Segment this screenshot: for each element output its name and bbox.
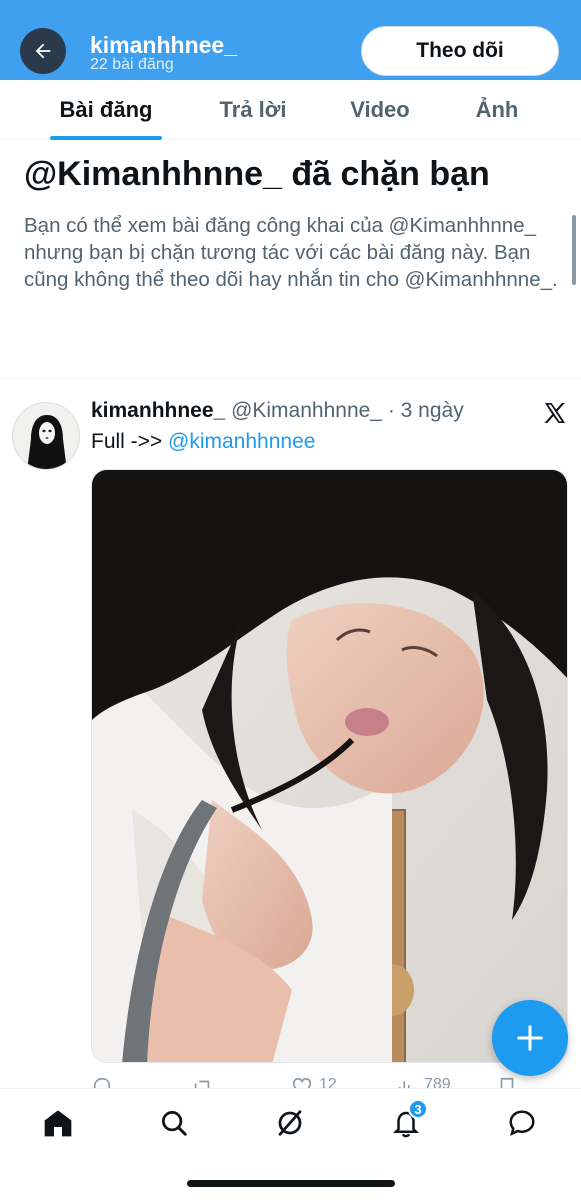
back-button[interactable] xyxy=(20,28,66,74)
arrow-left-icon xyxy=(35,43,51,59)
avatar[interactable] xyxy=(12,402,80,470)
post-text: Full ->> @kimanhhnnee xyxy=(91,430,315,454)
grok-icon xyxy=(278,1110,302,1136)
search-icon xyxy=(162,1111,187,1136)
nav-messages[interactable] xyxy=(504,1105,540,1141)
blocked-title: @Kimanhhnne_ đã chặn bạn xyxy=(24,155,490,193)
post-media-image[interactable] xyxy=(91,469,568,1063)
post-count: 22 bài đăng xyxy=(90,56,174,73)
profile-tabs: Bài đăng Trả lời Video Ảnh xyxy=(0,80,581,140)
active-tab-indicator xyxy=(50,136,162,140)
post-photo xyxy=(92,470,567,1062)
nav-grok[interactable] xyxy=(272,1105,308,1141)
post-author-name[interactable]: kimanhhnee_ xyxy=(91,399,225,422)
profile-name: kimanhhnee_ xyxy=(90,32,237,58)
home-icon xyxy=(44,1110,72,1137)
tab-video[interactable]: Video xyxy=(338,80,422,140)
plus-icon xyxy=(517,1025,543,1051)
scrollbar[interactable] xyxy=(572,215,576,285)
home-indicator xyxy=(187,1180,395,1187)
nav-notifications[interactable]: 3 xyxy=(388,1099,428,1141)
tab-posts[interactable]: Bài đăng xyxy=(50,80,162,140)
post-separator: · xyxy=(387,399,395,422)
tab-posts-label: Bài đăng xyxy=(59,97,153,122)
tab-video-label: Video xyxy=(350,97,410,122)
post-mention-link[interactable]: @kimanhhnnee xyxy=(168,430,315,453)
follow-button[interactable]: Theo dõi xyxy=(361,26,559,76)
post-header: kimanhhnee_ @Kimanhhnne_ · 3 ngày xyxy=(91,399,464,423)
message-icon xyxy=(509,1110,535,1136)
post-author-handle[interactable]: @Kimanhhnne_ xyxy=(231,399,382,422)
compose-button[interactable] xyxy=(492,1000,568,1076)
tab-photos-label: Ảnh xyxy=(475,97,519,122)
avatar-image xyxy=(13,403,79,469)
tab-photos[interactable]: Ảnh xyxy=(464,80,530,140)
divider xyxy=(0,378,581,379)
nav-search[interactable] xyxy=(156,1105,192,1141)
post-text-prefix: Full ->> xyxy=(91,430,169,453)
tab-replies[interactable]: Trả lời xyxy=(204,80,302,140)
notification-badge: 3 xyxy=(408,1099,428,1119)
post-time[interactable]: 3 ngày xyxy=(401,399,464,422)
blocked-description: Bạn có thể xem bài đăng công khai của @K… xyxy=(24,214,558,291)
tab-replies-label: Trả lời xyxy=(219,97,287,122)
nav-home[interactable] xyxy=(40,1105,76,1141)
x-logo-icon xyxy=(540,398,570,428)
profile-header: kimanhhnee_ 22 bài đăng Theo dõi xyxy=(0,0,581,80)
